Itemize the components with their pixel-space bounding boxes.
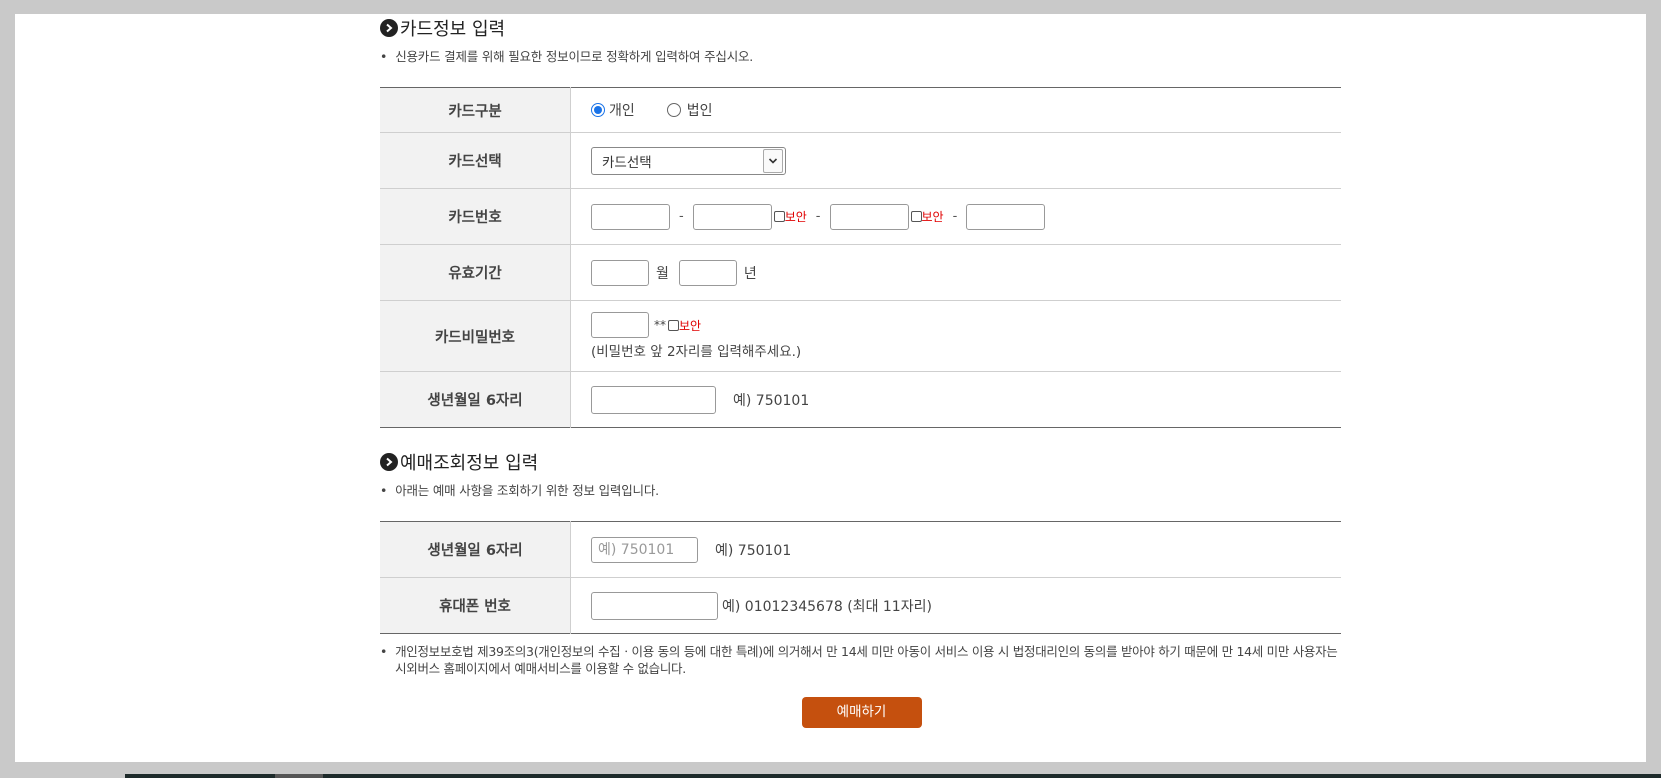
lookup-phone-row: 휴대폰 번호 예) 01012345678 (최대 11자리) bbox=[380, 577, 1341, 634]
chevron-right-icon bbox=[380, 453, 398, 471]
password-label: 카드비밀번호 bbox=[380, 300, 571, 372]
age-notice-text: 개인정보보호법 제39조의3(개인정보의 수집ㆍ이용 동의 등에 대한 특례)에… bbox=[395, 644, 1338, 676]
password-mask: ** bbox=[654, 318, 666, 332]
password-secure-checkbox[interactable] bbox=[668, 319, 679, 331]
card-number-3-secure-checkbox[interactable] bbox=[910, 211, 922, 222]
password-hint: (비밀번호 앞 2자리를 입력해주세요.) bbox=[591, 344, 802, 360]
personal-radio[interactable] bbox=[591, 103, 605, 117]
corporate-radio-label[interactable]: 법인 bbox=[687, 100, 713, 120]
card-number-field-4[interactable] bbox=[966, 203, 1046, 230]
card-number-separator: - bbox=[679, 209, 684, 224]
card-number-field-1[interactable] bbox=[591, 203, 670, 230]
card-section-title-text: 카드정보 입력 bbox=[400, 19, 506, 40]
expiry-row: 유효기간 월 년 bbox=[380, 244, 1341, 301]
lookup-birth-input[interactable] bbox=[591, 536, 698, 563]
card-select-row: 카드선택 카드선택 bbox=[380, 132, 1341, 189]
card-number-separator: - bbox=[815, 209, 821, 224]
card-number-field-3[interactable] bbox=[829, 203, 909, 230]
lookup-birth-row: 생년월일 6자리 예) 750101 bbox=[380, 521, 1341, 578]
card-password-input[interactable] bbox=[591, 312, 649, 338]
lookup-phone-example: 예) 01012345678 (최대 11자리) bbox=[722, 598, 932, 615]
birth-row: 생년월일 6자리 예) 750101 bbox=[380, 371, 1341, 428]
card-info-table: 카드구분 개인 법인 카드선택 카드선택 카드번호 - 보안 - 보안 - 유효… bbox=[380, 87, 1341, 428]
lookup-section-description-text: 아래는 예매 사항을 조회하기 위한 정보 입력입니다. bbox=[395, 483, 659, 498]
birth-example: 예) 750101 bbox=[733, 392, 810, 409]
taskbar-active-item[interactable] bbox=[275, 774, 323, 778]
lookup-info-table: 생년월일 6자리 예) 750101 휴대폰 번호 예) 01012345678… bbox=[380, 521, 1341, 634]
card-number-field-2[interactable] bbox=[692, 203, 772, 230]
password-row: 카드비밀번호 ** 보안 (비밀번호 앞 2자리를 입력해주세요.) bbox=[380, 300, 1341, 372]
expiry-label: 유효기간 bbox=[380, 244, 571, 301]
lookup-section-title: 예매조회정보 입력 bbox=[380, 449, 1341, 475]
age-notice: • 개인정보보호법 제39조의3(개인정보의 수집ㆍ이용 동의 등에 대한 특례… bbox=[380, 643, 1341, 677]
chevron-right-icon bbox=[380, 19, 398, 37]
lookup-birth-label: 생년월일 6자리 bbox=[380, 521, 571, 578]
bullet: • bbox=[380, 483, 388, 498]
card-type-label: 카드구분 bbox=[380, 87, 571, 133]
bullet: • bbox=[380, 644, 388, 659]
lookup-phone-label: 휴대폰 번호 bbox=[380, 577, 571, 634]
card-select-dropdown[interactable]: 카드선택 bbox=[591, 146, 786, 175]
reserve-button[interactable]: 예매하기 bbox=[801, 697, 922, 728]
birth-input[interactable] bbox=[591, 385, 716, 414]
card-select-label: 카드선택 bbox=[380, 132, 571, 189]
lookup-section-description: • 아래는 예매 사항을 조회하기 위한 정보 입력입니다. bbox=[380, 480, 1341, 498]
page: 카드정보 입력 • 신용카드 결제를 위해 필요한 정보이므로 정확하게 입력하여… bbox=[15, 14, 1646, 762]
card-number-row: 카드번호 - 보안 - 보안 - bbox=[380, 188, 1341, 245]
card-number-label: 카드번호 bbox=[380, 188, 571, 245]
card-number-3-secure-label: 보안 bbox=[921, 210, 944, 224]
card-number-2-secure-checkbox[interactable] bbox=[773, 211, 785, 222]
card-section-description: • 신용카드 결제를 위해 필요한 정보이므로 정확하게 입력하여 주십시오. bbox=[380, 46, 1341, 64]
password-secure-label: 보안 bbox=[679, 318, 702, 333]
expiry-month-unit: 월 bbox=[656, 265, 669, 282]
taskbar-strip bbox=[125, 774, 1661, 778]
taskbar bbox=[0, 768, 1661, 778]
expiry-year-unit: 년 bbox=[743, 265, 757, 282]
card-type-row: 카드구분 개인 법인 bbox=[380, 87, 1341, 133]
corporate-radio[interactable] bbox=[666, 103, 681, 117]
card-number-2-secure-label: 보안 bbox=[784, 210, 807, 224]
lookup-birth-example: 예) 750101 bbox=[715, 542, 792, 559]
card-select-value: 카드선택 bbox=[602, 154, 652, 171]
card-section-title: 카드정보 입력 bbox=[380, 15, 1341, 41]
card-number-separator: - bbox=[952, 209, 958, 224]
content: 카드정보 입력 • 신용카드 결제를 위해 필요한 정보이므로 정확하게 입력하여… bbox=[380, 14, 1341, 728]
expiry-year-input[interactable] bbox=[678, 259, 737, 286]
expiry-month-input[interactable] bbox=[591, 259, 649, 286]
personal-radio-label[interactable]: 개인 bbox=[609, 100, 635, 120]
bullet: • bbox=[380, 49, 388, 64]
lookup-phone-input[interactable] bbox=[591, 591, 718, 620]
card-section-description-text: 신용카드 결제를 위해 필요한 정보이므로 정확하게 입력하여 주십시오. bbox=[395, 49, 754, 64]
lookup-section-title-text: 예매조회정보 입력 bbox=[400, 453, 539, 474]
chevron-down-icon bbox=[763, 148, 783, 173]
birth-label: 생년월일 6자리 bbox=[380, 371, 571, 428]
